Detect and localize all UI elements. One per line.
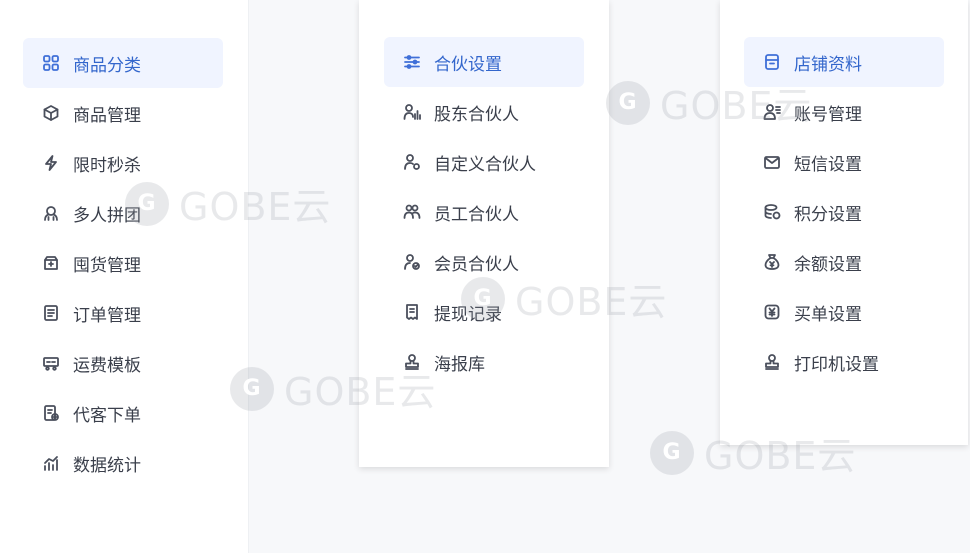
menu-item-label: 合伙设置: [434, 54, 502, 75]
menu-item-label: 多人拼团: [73, 205, 141, 226]
menu-item-label: 商品分类: [73, 55, 141, 76]
menu-item-label: 店铺资料: [794, 54, 862, 75]
account-icon: [762, 102, 782, 122]
menu-item-orders[interactable]: 订单管理: [23, 288, 223, 338]
menu-panel-goods: 商品分类 商品管理 限时秒杀 多人拼团 囤货管理 订单管理 运费模板 代客下单: [0, 0, 249, 553]
menu-item-storage[interactable]: 囤货管理: [23, 238, 223, 288]
menu-item-label: 账号管理: [794, 104, 862, 125]
menu-panel-partner: 合伙设置 股东合伙人 自定义合伙人 员工合伙人 会员合伙人 提现记录 海报库: [359, 0, 609, 467]
grid-icon: [41, 53, 61, 73]
menu-item-label: 积分设置: [794, 204, 862, 225]
menu-item-label: 代客下单: [73, 405, 141, 426]
mail-icon: [762, 152, 782, 172]
receipt-icon: [402, 302, 422, 322]
stamp-icon: [402, 352, 422, 372]
coins-icon: [762, 202, 782, 222]
menu-item-label: 海报库: [434, 354, 485, 375]
menu-item-label: 短信设置: [794, 154, 862, 175]
menu-item-label: 提现记录: [434, 304, 502, 325]
sliders-icon: [402, 52, 422, 72]
menu-item-proxy-order[interactable]: 代客下单: [23, 388, 223, 438]
menu-item-label: 打印机设置: [794, 354, 879, 375]
menu-item-label: 自定义合伙人: [434, 154, 536, 175]
staff-icon: [402, 202, 422, 222]
store-menu: 店铺资料 账号管理 短信设置 积分设置 余额设置 买单设置 打印机设置: [744, 37, 944, 387]
menu-item-label: 限时秒杀: [73, 155, 141, 176]
menu-item-checkout[interactable]: 买单设置: [744, 287, 944, 337]
group-icon: [41, 203, 61, 223]
menu-item-label: 余额设置: [794, 254, 862, 275]
menu-item-label: 商品管理: [73, 105, 141, 126]
custom-partner-icon: [402, 152, 422, 172]
goods-menu: 商品分类 商品管理 限时秒杀 多人拼团 囤货管理 订单管理 运费模板 代客下单: [23, 38, 223, 488]
menu-item-category[interactable]: 商品分类: [23, 38, 223, 88]
proxy-order-icon: [41, 403, 61, 423]
menu-item-group-buy[interactable]: 多人拼团: [23, 188, 223, 238]
box-icon: [41, 103, 61, 123]
menu-item-goods[interactable]: 商品管理: [23, 88, 223, 138]
lightning-icon: [41, 153, 61, 173]
truck-icon: [41, 353, 61, 373]
menu-item-staff-partner[interactable]: 员工合伙人: [384, 187, 584, 237]
menu-item-label: 囤货管理: [73, 255, 141, 276]
store-icon: [762, 52, 782, 72]
menu-item-shareholder[interactable]: 股东合伙人: [384, 87, 584, 137]
menu-item-flash-sale[interactable]: 限时秒杀: [23, 138, 223, 188]
menu-item-label: 会员合伙人: [434, 254, 519, 275]
menu-item-shipping[interactable]: 运费模板: [23, 338, 223, 388]
menu-item-sms[interactable]: 短信设置: [744, 137, 944, 187]
menu-item-label: 员工合伙人: [434, 204, 519, 225]
menu-item-label: 运费模板: [73, 355, 141, 376]
member-icon: [402, 252, 422, 272]
stamp-icon: [762, 352, 782, 372]
order-icon: [41, 303, 61, 323]
menu-item-member-partner[interactable]: 会员合伙人: [384, 237, 584, 287]
menu-item-label: 买单设置: [794, 304, 862, 325]
menu-item-label: 股东合伙人: [434, 104, 519, 125]
yen-icon: [762, 302, 782, 322]
money-bag-icon: [762, 252, 782, 272]
menu-item-store-info[interactable]: 店铺资料: [744, 37, 944, 87]
menu-item-partner-settings[interactable]: 合伙设置: [384, 37, 584, 87]
menu-item-printer[interactable]: 打印机设置: [744, 337, 944, 387]
menu-item-balance[interactable]: 余额设置: [744, 237, 944, 287]
menu-item-statistics[interactable]: 数据统计: [23, 438, 223, 488]
menu-item-withdraw-records[interactable]: 提现记录: [384, 287, 584, 337]
menu-panel-store: 店铺资料 账号管理 短信设置 积分设置 余额设置 买单设置 打印机设置: [720, 0, 968, 445]
menu-item-custom-partner[interactable]: 自定义合伙人: [384, 137, 584, 187]
storage-icon: [41, 253, 61, 273]
menu-item-label: 数据统计: [73, 455, 141, 476]
menu-item-label: 订单管理: [73, 305, 141, 326]
menu-item-poster-library[interactable]: 海报库: [384, 337, 584, 387]
partner-menu: 合伙设置 股东合伙人 自定义合伙人 员工合伙人 会员合伙人 提现记录 海报库: [384, 37, 584, 387]
shareholder-icon: [402, 102, 422, 122]
menu-item-points[interactable]: 积分设置: [744, 187, 944, 237]
menu-item-account[interactable]: 账号管理: [744, 87, 944, 137]
chart-icon: [41, 453, 61, 473]
